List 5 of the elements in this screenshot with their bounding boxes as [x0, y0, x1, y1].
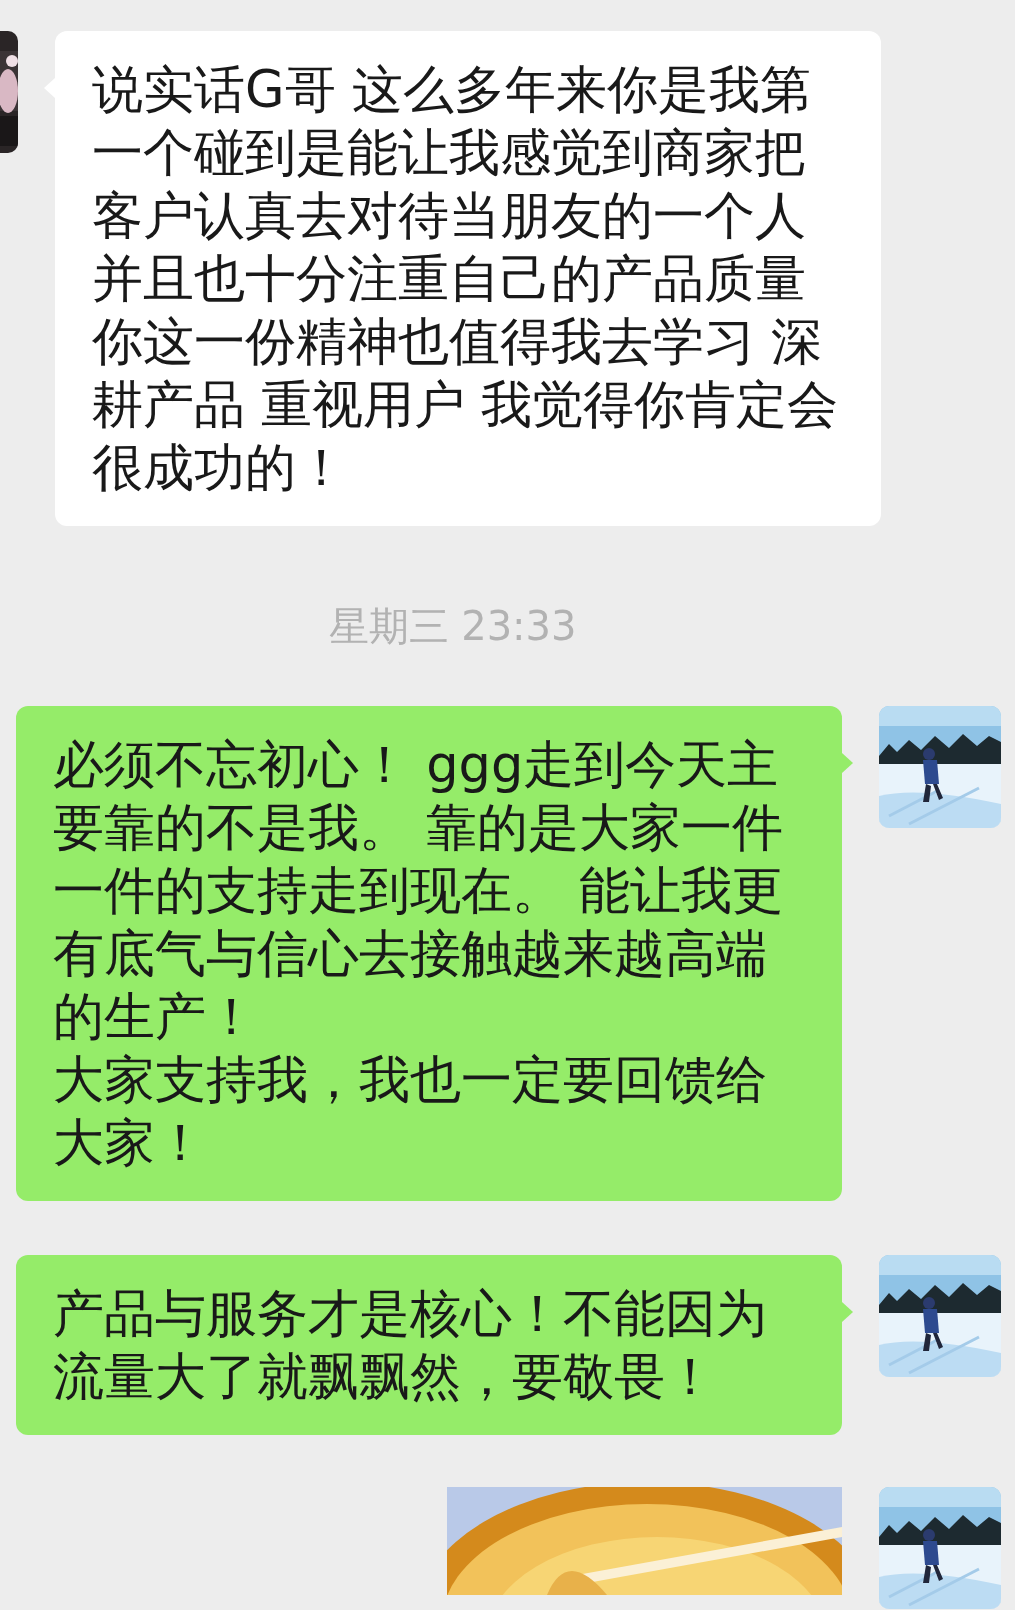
message-text: 产品与服务才是核心！不能因为流量大了就飘飘然，要敬畏！	[53, 1283, 768, 1408]
timestamp: 星期三 23:33	[328, 604, 577, 648]
message-text: 大家支持我，我也一定要回馈给大家！	[53, 1049, 768, 1174]
message-text: 必须不忘初心！ ggg走到今天主要靠的不是我。 靠的是大家一件一件的支持走到现在。 能让我更有底气与信心去接触越来越高端的生产！	[53, 734, 785, 1048]
message-text: 说实话G哥 这么多年来你是我第一个碰到是能让我感觉到商家把客户认真去对待当朋友的一个人并且也十分注重自己的产品质量你这一份精神也值得我去学习 深耕产品 重视用户 我觉得你肯定会很成功的！	[92, 59, 840, 499]
